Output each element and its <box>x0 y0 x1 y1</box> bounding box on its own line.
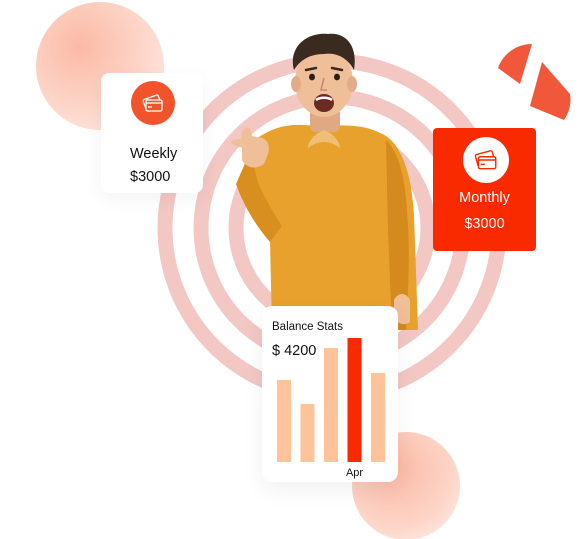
balance-stats-card: Balance Stats $ 4200 Apr <box>262 306 398 482</box>
person-photo <box>230 33 418 330</box>
chart-bar <box>277 380 291 462</box>
credit-card-icon <box>142 94 163 112</box>
weekly-label: Weekly <box>130 146 178 162</box>
chart-tick-label: Apr <box>346 467 363 479</box>
monthly-label: Monthly <box>459 190 510 206</box>
chart-bar <box>371 373 385 462</box>
weekly-icon-badge <box>131 81 175 125</box>
balance-bar-chart: Apr <box>277 338 385 479</box>
chart-bar <box>347 338 362 462</box>
chart-bar <box>300 404 315 462</box>
monthly-amount: $3000 <box>464 216 505 232</box>
credit-card-icon <box>474 150 497 170</box>
weekly-amount: $3000 <box>130 169 171 185</box>
monthly-card: Monthly $3000 <box>433 128 536 251</box>
weekly-card: Weekly $3000 <box>101 73 203 193</box>
chart-bar <box>324 348 338 462</box>
pie-segment-right <box>530 62 571 120</box>
monthly-icon-badge <box>463 137 509 183</box>
